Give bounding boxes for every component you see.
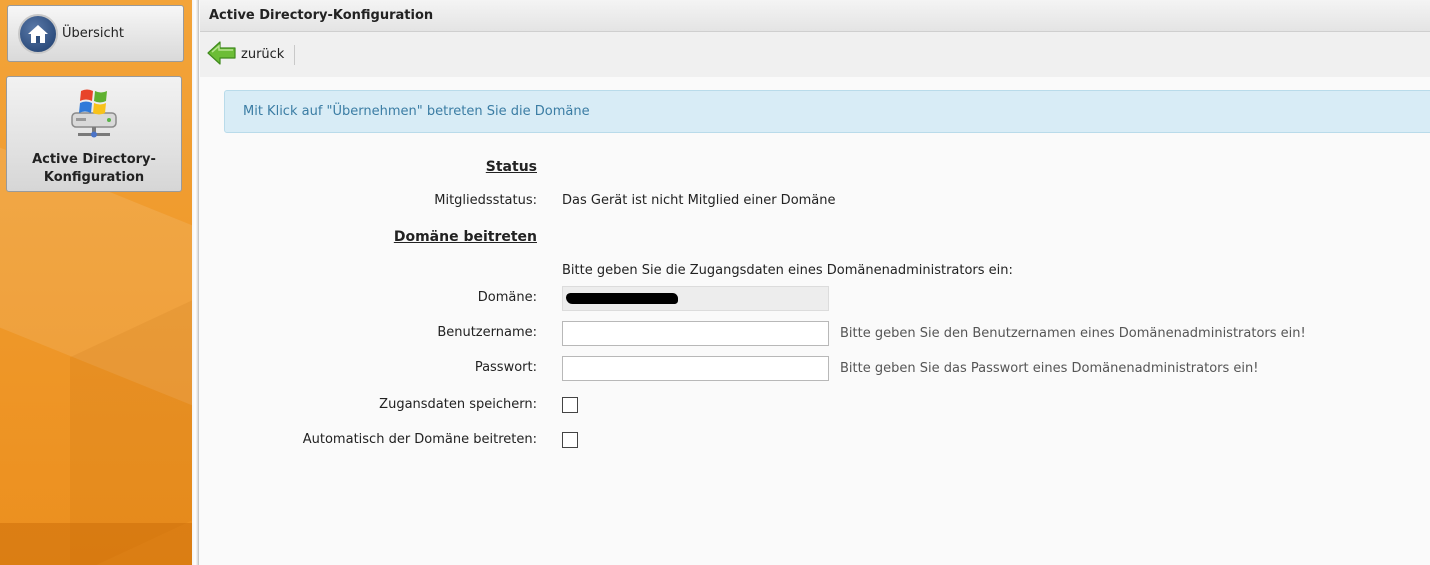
info-message: Mit Klick auf "Übernehmen" betreten Sie … — [224, 90, 1430, 133]
domain-row: Domäne: — [200, 286, 1430, 312]
sidebar: Übersicht Active Directory- Konfiguratio… — [0, 0, 192, 565]
redaction-mark — [566, 293, 678, 304]
main-panel: Active Directory-Konfiguration zurück Mi… — [200, 0, 1430, 565]
join-section-row: Domäne beitreten — [200, 225, 1430, 251]
membership-status-value: Das Gerät ist nicht Mitglied einer Domän… — [562, 193, 836, 208]
username-row: Benutzername: Bitte geben Sie den Benutz… — [200, 321, 1430, 347]
toolbar-divider — [294, 44, 296, 65]
sidebar-item-label: Active Directory- Konfiguration — [32, 152, 156, 185]
save-credentials-label: Zugansdaten speichern: — [379, 397, 537, 412]
sidebar-decoration — [0, 523, 192, 565]
section-title-status: Status — [485, 159, 537, 175]
page-title: Active Directory-Konfiguration — [209, 8, 434, 23]
save-credentials-checkbox[interactable] — [562, 397, 578, 413]
auto-join-checkbox[interactable] — [562, 432, 578, 448]
panel-splitter[interactable] — [192, 0, 199, 565]
windows-server-icon — [68, 83, 120, 145]
back-button-label: zurück — [241, 47, 285, 62]
membership-status-label: Mitgliedsstatus: — [434, 193, 537, 208]
password-hint: Bitte geben Sie das Passwort eines Domän… — [840, 361, 1259, 376]
toolbar: zurück — [200, 32, 1430, 77]
sidebar-item-active-directory[interactable]: Active Directory- Konfiguration — [6, 76, 182, 192]
join-intro-text: Bitte geben Sie die Zugangsdaten eines D… — [562, 263, 1013, 278]
arrow-left-icon — [207, 40, 237, 70]
password-label: Passwort: — [474, 360, 537, 375]
username-label: Benutzername: — [437, 325, 537, 340]
username-input[interactable] — [562, 321, 829, 346]
section-title-join-domain: Domäne beitreten — [393, 229, 537, 245]
password-input[interactable] — [562, 356, 829, 381]
username-hint: Bitte geben Sie den Benutzernamen eines … — [840, 326, 1306, 341]
title-bar: Active Directory-Konfiguration — [200, 0, 1430, 32]
sidebar-item-label: Übersicht — [62, 26, 124, 41]
domain-field — [562, 286, 829, 311]
info-message-text: Mit Klick auf "Übernehmen" betreten Sie … — [243, 104, 590, 119]
home-icon — [18, 13, 58, 54]
back-button[interactable]: zurück — [207, 40, 284, 70]
save-credentials-row: Zugansdaten speichern: — [200, 393, 1430, 419]
domain-label: Domäne: — [477, 290, 537, 305]
auto-join-row: Automatisch der Domäne beitreten: — [200, 428, 1430, 454]
sidebar-item-overview[interactable]: Übersicht — [7, 5, 184, 62]
password-row: Passwort: Bitte geben Sie das Passwort e… — [200, 356, 1430, 382]
auto-join-label: Automatisch der Domäne beitreten: — [302, 432, 537, 447]
status-section-row: Status — [200, 155, 1430, 181]
membership-status-row: Mitgliedsstatus: Das Gerät ist nicht Mit… — [200, 189, 1430, 215]
join-intro-row: Bitte geben Sie die Zugangsdaten eines D… — [200, 259, 1430, 285]
